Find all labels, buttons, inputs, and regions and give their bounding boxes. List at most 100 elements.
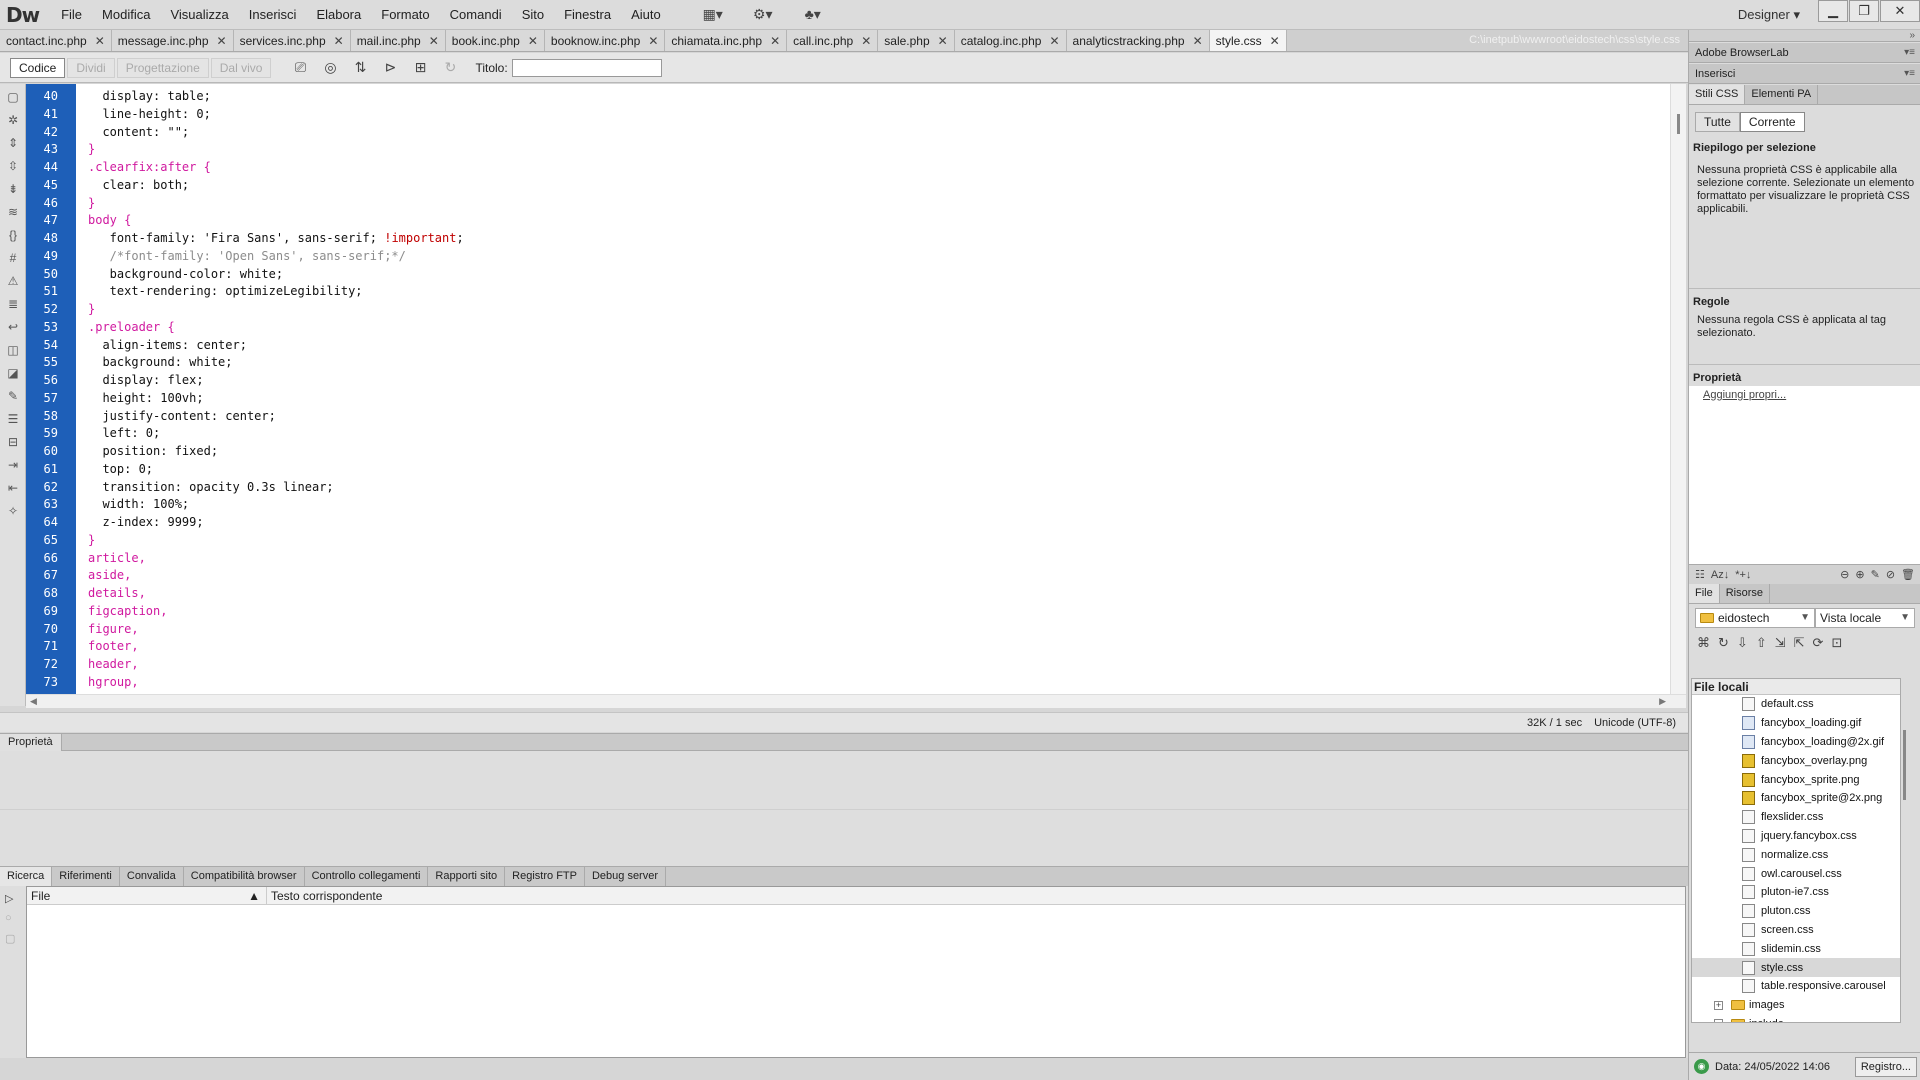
tree-file[interactable]: pluton.css [1692,902,1900,921]
tab-chiamata-inc-php[interactable]: chiamata.inc.php ✕ [665,30,788,51]
site-icon[interactable]: ♣▾ [799,6,827,24]
menu-comandi[interactable]: Comandi [440,0,512,30]
category-view-icon[interactable]: ☷ [1695,568,1705,581]
files-tab-file[interactable]: File [1689,584,1720,603]
panel-collapse-bar[interactable]: » [1689,30,1920,42]
get-icon[interactable]: ⇩ [1737,635,1748,651]
word-wrap-icon[interactable]: ↩ [3,317,23,337]
tab-analyticstracking-php[interactable]: analyticstracking.php ✕ [1066,30,1210,51]
tree-file[interactable]: screen.css [1692,921,1900,940]
code-vertical-scrollbar[interactable] [1670,84,1686,694]
wrap-tag-icon[interactable]: ✎ [3,386,23,406]
outdent-icon[interactable]: ⇤ [3,478,23,498]
put-icon[interactable]: ⇧ [1756,635,1767,651]
panel-menu-icon[interactable]: ▾≡ [1904,43,1915,63]
file-management-icon[interactable]: ⇅ [348,58,372,78]
tab-call-inc-php[interactable]: call.inc.php ✕ [787,30,879,51]
tree-file[interactable]: owl.carousel.css [1692,864,1900,883]
tree-file[interactable]: style.css [1692,958,1900,977]
title-input[interactable] [511,58,662,77]
check-in-icon[interactable]: ⇱ [1794,635,1805,651]
menu-inserisci[interactable]: Inserisci [239,0,307,30]
clear-icon[interactable]: ▢ [5,932,19,946]
properties-list[interactable]: Aggiungi propri... [1689,386,1920,564]
menu-modifica[interactable]: Modifica [92,0,160,30]
browserlab-header[interactable]: Adobe BrowserLab ▾≡ [1689,43,1920,63]
expand-toggle[interactable]: − [1714,1019,1723,1022]
css-tab-elementi-pa[interactable]: Elementi PA [1745,85,1819,104]
balance-braces-icon[interactable]: {} [3,225,23,245]
close-icon[interactable]: ✕ [334,34,344,48]
close-icon[interactable]: ✕ [429,34,439,48]
workspace-switcher[interactable]: Designer ▾ [1738,0,1800,30]
tab-booknow-inc-php[interactable]: booknow.inc.php ✕ [544,30,666,51]
recent-snippets-icon[interactable]: ☰ [3,409,23,429]
close-icon[interactable]: ✕ [770,34,780,48]
expand-icon[interactable]: ⊡ [1831,635,1842,651]
syntax-error-icon[interactable]: ≣ [3,294,23,314]
check-browser-icon[interactable]: ⊳ [378,58,402,78]
close-icon[interactable]: ✕ [217,34,227,48]
scroll-left-icon[interactable]: ◀ [30,696,37,707]
restore-button[interactable]: ❐ [1849,0,1879,22]
column-match[interactable]: Testo corrispondente [267,887,382,904]
edit-rule-icon[interactable]: ✎ [1871,568,1880,581]
preview-browser-icon[interactable]: ◎ [318,58,342,78]
close-icon[interactable]: ✕ [648,34,658,48]
connect-icon[interactable]: ⌘ [1697,635,1710,651]
collapse-tag-icon[interactable]: ⇕ [3,133,23,153]
close-icon[interactable]: ✕ [528,34,538,48]
show-code-navigator-icon[interactable]: ✲ [3,110,23,130]
expand-all-icon[interactable]: ⇟ [3,179,23,199]
attach-style-icon[interactable]: ⊖ [1840,568,1849,581]
play-icon[interactable]: ▷ [5,892,19,906]
tab-mail-inc-php[interactable]: mail.inc.php ✕ [350,30,446,51]
properties-panel-title[interactable]: Proprietà [0,734,62,751]
tree-file[interactable]: fancybox_sprite.png [1692,770,1900,789]
file-tree[interactable]: File locali default.css fancybox_loading.… [1691,678,1901,1023]
tab-catalog-inc-php[interactable]: catalog.inc.php ✕ [954,30,1067,51]
select-parent-tag-icon[interactable]: ≋ [3,202,23,222]
tree-file[interactable]: pluton-ie7.css [1692,883,1900,902]
gear-icon[interactable]: ⚙▾ [749,6,777,24]
apply-comment-icon[interactable]: ◫ [3,340,23,360]
tab-book-inc-php[interactable]: book.inc.php ✕ [445,30,545,51]
scroll-thumb[interactable] [1677,114,1680,134]
menu-finestra[interactable]: Finestra [554,0,621,30]
tree-file[interactable]: jquery.fancybox.css [1692,827,1900,846]
multiscreen-icon[interactable]: ⎚ [288,58,312,78]
site-select[interactable]: eidostech ▼ [1695,608,1815,628]
line-numbers-icon[interactable]: # [3,248,23,268]
expand-toggle[interactable]: + [1714,1000,1723,1010]
sync-icon[interactable]: ⟳ [1813,635,1824,651]
tab-message-inc-php[interactable]: message.inc.php ✕ [111,30,234,51]
view-select[interactable]: Vista locale ▼ [1815,608,1915,628]
log-button[interactable]: Registro... [1854,1056,1917,1077]
tree-file[interactable]: table.responsive.carousel [1692,977,1900,996]
menu-sito[interactable]: Sito [512,0,554,30]
results-tab-controllo-collegamenti[interactable]: Controllo collegamenti [305,867,429,886]
menu-formato[interactable]: Formato [371,0,439,30]
collapse-selection-icon[interactable]: ⇳ [3,156,23,176]
results-tab-rapporti-sito[interactable]: Rapporti sito [428,867,506,886]
close-icon[interactable]: ✕ [938,34,948,48]
view-codice-button[interactable]: Codice [10,57,66,78]
results-tab-convalida[interactable]: Convalida [120,867,184,886]
scroll-right-icon[interactable]: ▶ [1659,696,1666,707]
results-tab-debug-server[interactable]: Debug server [585,867,667,886]
code-editor[interactable]: 40 display: table; 41 line-height: 0; 42 c… [26,84,1686,694]
tree-scroll-thumb[interactable] [1903,730,1906,800]
new-rule-icon[interactable]: ⊕ [1855,568,1864,581]
set-properties-icon[interactable]: *+↓ [1735,569,1751,581]
tree-file[interactable]: fancybox_loading.gif [1692,714,1900,733]
css-tab-stili-css[interactable]: Stili CSS [1689,85,1746,104]
results-tab-ricerca[interactable]: Ricerca [0,867,53,886]
menu-visualizza[interactable]: Visualizza [160,0,238,30]
open-documents-icon[interactable]: ▢ [3,87,23,107]
close-icon[interactable]: ✕ [1049,34,1059,48]
code-horizontal-scrollbar[interactable]: ◀ ▶ [26,694,1686,708]
column-file[interactable]: File ▲ [27,887,267,904]
add-property-link[interactable]: Aggiungi propri... [1703,389,1786,401]
files-tab-risorse[interactable]: Risorse [1720,584,1771,603]
tree-folder[interactable]: + images [1692,996,1900,1015]
